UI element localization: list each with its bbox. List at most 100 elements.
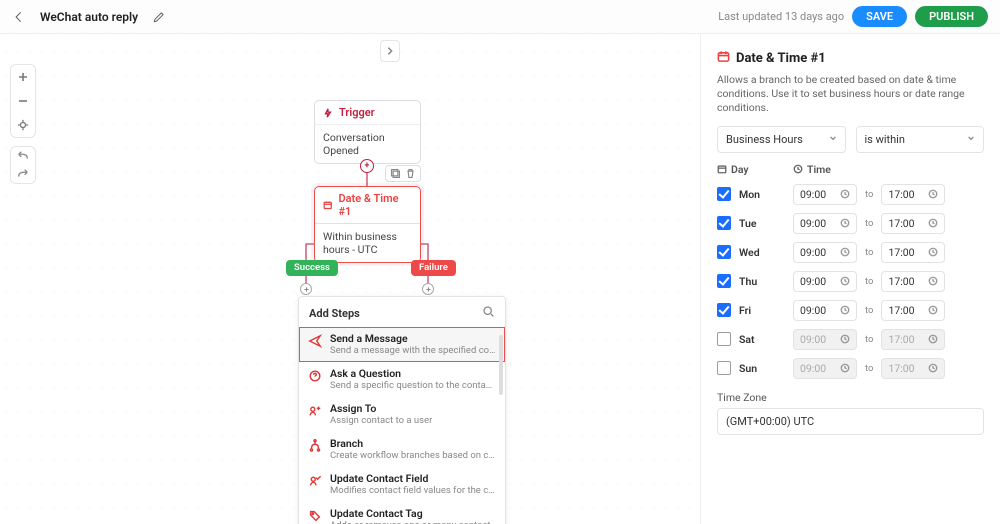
- branch-failure-plus-icon[interactable]: [422, 283, 434, 295]
- time-to-input[interactable]: 17:00: [881, 300, 945, 321]
- step-description: Adds or removes one or many contact's ta…: [330, 520, 497, 524]
- step-option[interactable]: Branch Create workflow branches based on…: [299, 432, 505, 467]
- calendar-icon: [323, 200, 332, 210]
- operator-select-value: is within: [865, 133, 905, 146]
- redo-button[interactable]: [11, 165, 35, 183]
- step-description: Send a specific question to the contact …: [330, 380, 497, 391]
- workflow-title: WeChat auto reply: [40, 10, 138, 24]
- step-icon: [307, 333, 322, 348]
- timezone-select[interactable]: (GMT+00:00) UTC: [717, 408, 984, 435]
- time-to-input[interactable]: 17:00: [881, 184, 945, 205]
- to-label: to: [865, 334, 873, 345]
- calendar-icon: [717, 164, 727, 174]
- zoom-out-button[interactable]: [11, 89, 35, 113]
- last-updated-text: Last updated 13 days ago: [718, 10, 844, 23]
- step-icon: [307, 508, 322, 523]
- step-icon: [307, 438, 322, 453]
- right-panel: Date & Time #1 Allows a branch to be cre…: [700, 34, 1000, 524]
- node-datetime[interactable]: Date & Time #1 Within business hours - U…: [314, 186, 421, 263]
- step-option[interactable]: Update Contact Field Modifies contact fi…: [299, 467, 505, 502]
- step-option[interactable]: Update Contact Tag Adds or removes one o…: [299, 502, 505, 524]
- step-title: Update Contact Field: [330, 472, 497, 485]
- time-column-label: Time: [807, 163, 831, 176]
- add-steps-panel: Add Steps Send a Message Send a message …: [298, 296, 506, 524]
- time-from-input: 09:00: [793, 329, 857, 350]
- day-row: Thu 09:00 to 17:00: [717, 267, 984, 296]
- time-to-input[interactable]: 17:00: [881, 242, 945, 263]
- branch-success-plus-icon[interactable]: [300, 283, 312, 295]
- back-icon[interactable]: [12, 10, 26, 24]
- day-name: Thu: [739, 275, 793, 288]
- node-datetime-body: Within business hours - UTC: [315, 223, 420, 262]
- copy-node-icon[interactable]: [390, 168, 401, 179]
- mode-select-value: Business Hours: [726, 133, 803, 146]
- delete-node-icon[interactable]: [405, 168, 416, 179]
- step-description: Send a message with the specified conten…: [330, 345, 497, 356]
- day-checkbox[interactable]: [717, 332, 731, 346]
- timezone-label: Time Zone: [717, 391, 984, 404]
- to-label: to: [865, 189, 873, 200]
- day-checkbox[interactable]: [717, 216, 731, 230]
- zoom-in-button[interactable]: [11, 65, 35, 89]
- time-to-input[interactable]: 17:00: [881, 271, 945, 292]
- save-button[interactable]: SAVE: [852, 6, 907, 27]
- day-row: Sat 09:00 to 17:00: [717, 325, 984, 354]
- time-from-input[interactable]: 09:00: [793, 242, 857, 263]
- day-checkbox[interactable]: [717, 274, 731, 288]
- panel-description: Allows a branch to be created based on d…: [717, 73, 984, 116]
- step-description: Modifies contact field values for the co…: [330, 485, 497, 496]
- step-title: Branch: [330, 437, 497, 450]
- node-toolbar: [385, 165, 421, 182]
- day-row: Tue 09:00 to 17:00: [717, 209, 984, 238]
- time-to-input[interactable]: 17:00: [881, 213, 945, 234]
- step-icon: [307, 368, 322, 383]
- fit-view-button[interactable]: [11, 113, 35, 137]
- add-step-plus-icon[interactable]: [360, 159, 374, 173]
- search-icon[interactable]: [482, 305, 495, 321]
- day-name: Sat: [739, 333, 793, 346]
- day-column-label: Day: [731, 163, 749, 176]
- day-checkbox[interactable]: [717, 245, 731, 259]
- step-option[interactable]: Ask a Question Send a specific question …: [299, 362, 505, 397]
- branch-failure-badge: Failure: [411, 260, 456, 276]
- step-option[interactable]: Send a Message Send a message with the s…: [299, 327, 505, 362]
- node-datetime-title: Date & Time #1: [338, 192, 410, 218]
- time-to-input: 17:00: [881, 329, 945, 350]
- day-name: Sun: [739, 362, 793, 375]
- to-label: to: [865, 218, 873, 229]
- node-trigger[interactable]: Trigger Conversation Opened: [314, 100, 421, 164]
- time-from-input[interactable]: 09:00: [793, 271, 857, 292]
- branch-success-badge: Success: [286, 260, 338, 276]
- collapse-panel-button[interactable]: [380, 40, 400, 62]
- day-row: Fri 09:00 to 17:00: [717, 296, 984, 325]
- node-trigger-title: Trigger: [339, 106, 375, 119]
- publish-button[interactable]: PUBLISH: [915, 6, 988, 27]
- mode-select[interactable]: Business Hours: [717, 126, 846, 153]
- time-from-input[interactable]: 09:00: [793, 213, 857, 234]
- edit-title-icon[interactable]: [152, 10, 166, 24]
- step-icon: [307, 473, 322, 488]
- panel-title: Date & Time #1: [736, 51, 826, 66]
- day-name: Mon: [739, 188, 793, 201]
- time-from-input: 09:00: [793, 358, 857, 379]
- step-option[interactable]: Assign To Assign contact to a user: [299, 397, 505, 432]
- time-from-input[interactable]: 09:00: [793, 300, 857, 321]
- day-name: Fri: [739, 304, 793, 317]
- to-label: to: [865, 247, 873, 258]
- day-row: Sun 09:00 to 17:00: [717, 354, 984, 383]
- step-description: Create workflow branches based on condit…: [330, 450, 497, 461]
- day-checkbox[interactable]: [717, 303, 731, 317]
- day-checkbox[interactable]: [717, 187, 731, 201]
- clock-icon: [793, 164, 803, 174]
- to-label: to: [865, 305, 873, 316]
- time-from-input[interactable]: 09:00: [793, 184, 857, 205]
- step-title: Update Contact Tag: [330, 507, 497, 520]
- scrollbar-thumb[interactable]: [499, 335, 503, 395]
- step-description: Assign contact to a user: [330, 415, 432, 426]
- undo-button[interactable]: [11, 147, 35, 165]
- day-row: Wed 09:00 to 17:00: [717, 238, 984, 267]
- day-checkbox[interactable]: [717, 361, 731, 375]
- chevron-down-icon: [829, 133, 837, 146]
- operator-select[interactable]: is within: [856, 126, 985, 153]
- canvas[interactable]: Trigger Conversation Opened Date & Time …: [0, 34, 700, 524]
